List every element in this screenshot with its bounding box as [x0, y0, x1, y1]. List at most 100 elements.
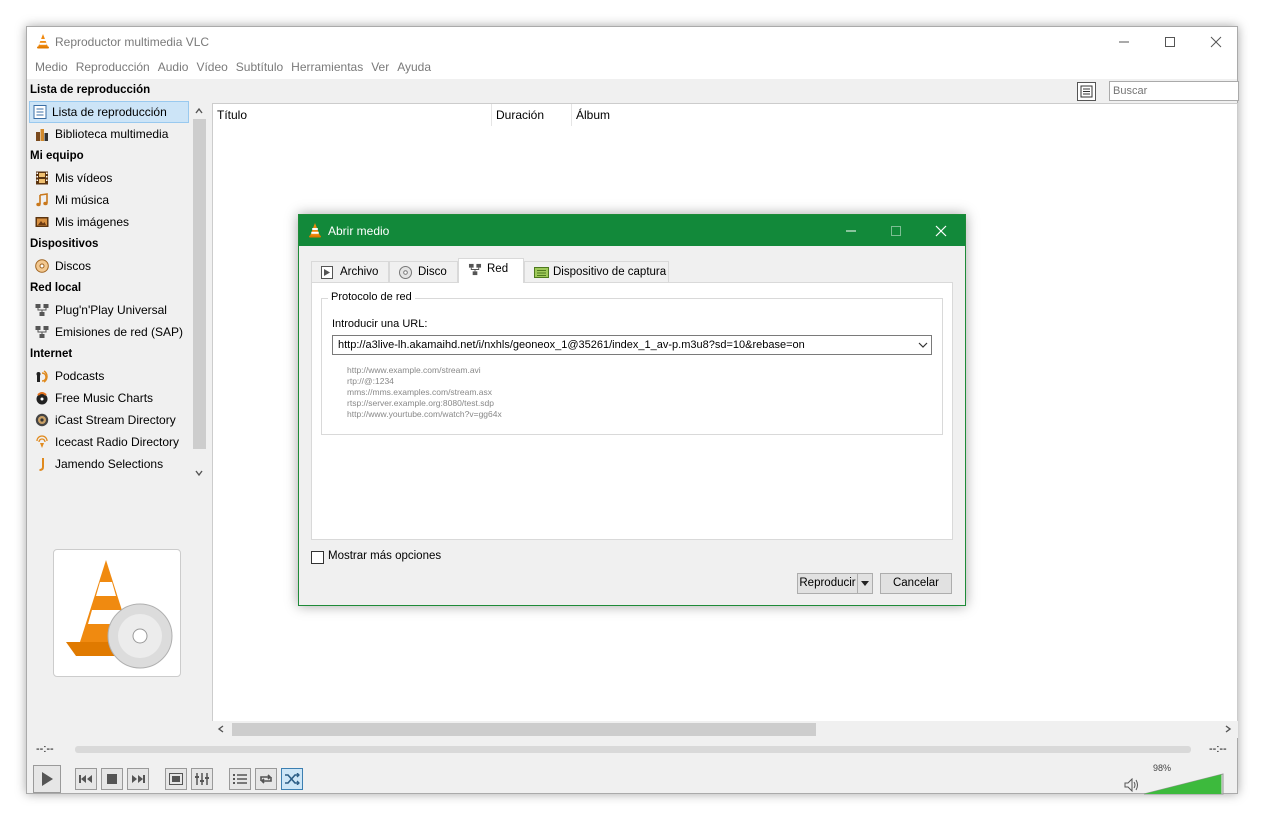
dialog-minimize-button[interactable] [829, 215, 873, 246]
sidebar-item-sap[interactable]: Emisiones de red (SAP) [27, 321, 209, 343]
extended-settings-button[interactable] [191, 768, 213, 790]
sidebar-item-playlist[interactable]: Lista de reproducción [29, 101, 189, 123]
sidebar-item-library[interactable]: Biblioteca multimedia [27, 123, 209, 145]
seek-row: --:-- --:-- [27, 743, 1237, 757]
tab-label: Dispositivo de captura [553, 266, 667, 278]
shuffle-icon [285, 773, 300, 785]
network-tab-panel: Protocolo de red Introducir una URL: htt… [311, 282, 953, 540]
sidebar-item-icast[interactable]: iCast Stream Directory [27, 409, 209, 431]
hscroll-thumb[interactable] [232, 723, 816, 736]
play-button-label: Reproducir [799, 577, 856, 589]
chevron-up-icon[interactable] [193, 105, 205, 117]
sidebar-section-dispositivos: Dispositivos [30, 238, 99, 250]
menu-medio[interactable]: Medio [35, 57, 68, 74]
menu-video[interactable]: Vídeo [196, 57, 227, 74]
loop-button[interactable] [255, 768, 277, 790]
sidebar-item-mis-videos[interactable]: Mis vídeos [27, 167, 209, 189]
tab-label: Archivo [340, 266, 379, 278]
sidebar-item-upnp[interactable]: Plug'n'Play Universal [27, 299, 209, 321]
library-icon [36, 129, 48, 141]
album-art [53, 549, 181, 677]
maximize-button[interactable] [1147, 27, 1193, 57]
url-input[interactable]: http://a3live-lh.akamaihd.net/i/nxhls/ge… [332, 335, 932, 355]
speaker-icon[interactable] [1124, 778, 1140, 792]
open-media-dialog: Abrir medio Archivo Disco Red Dispositiv… [298, 214, 966, 606]
vlc-cone-icon [37, 34, 49, 49]
menu-ver[interactable]: Ver [371, 57, 389, 74]
tab-red[interactable]: Red [458, 258, 524, 283]
stop-button[interactable] [101, 768, 123, 790]
menu-audio[interactable]: Audio [158, 57, 189, 74]
shuffle-button[interactable] [281, 768, 303, 790]
dialog-close-button[interactable] [919, 215, 963, 246]
sidebar-scroll-thumb[interactable] [193, 119, 206, 449]
background-window-edge [280, 6, 680, 26]
fullscreen-icon [169, 773, 183, 785]
cancel-button[interactable]: Cancelar [880, 573, 952, 594]
sidebar-item-label: Plug'n'Play Universal [55, 303, 167, 317]
loop-icon [260, 774, 272, 784]
minimize-button[interactable] [1101, 27, 1147, 57]
fullscreen-button[interactable] [165, 768, 187, 790]
sidebar-item-mi-musica[interactable]: Mi música [27, 189, 209, 211]
next-icon [132, 775, 145, 783]
chevron-down-icon[interactable] [918, 341, 928, 349]
sidebar-item-label: Free Music Charts [55, 391, 154, 405]
column-header-title[interactable]: Título [213, 104, 492, 126]
previous-icon [79, 775, 92, 783]
dialog-title: Abrir medio [328, 224, 390, 238]
group-title: Protocolo de red [328, 291, 415, 303]
close-button[interactable] [1193, 27, 1239, 57]
caret-down-icon [861, 581, 869, 586]
tab-dispositivo-captura[interactable]: Dispositivo de captura [524, 261, 669, 282]
column-header-album[interactable]: Álbum [572, 104, 772, 126]
play-dropdown-button[interactable] [857, 573, 873, 594]
file-icon [321, 266, 333, 279]
window-title: Reproductor multimedia VLC [55, 35, 210, 49]
play-button[interactable] [33, 765, 61, 793]
sidebar-item-label: Mis vídeos [55, 171, 113, 185]
dialog-maximize-button [874, 215, 918, 246]
search-input[interactable] [1109, 81, 1239, 101]
url-example: rtsp://server.example.org:8080/test.sdp [347, 398, 494, 408]
more-options-label[interactable]: Mostrar más opciones [328, 550, 441, 562]
next-button[interactable] [127, 768, 149, 790]
play-button[interactable]: Reproducir [797, 573, 857, 594]
volume-slider[interactable] [1143, 773, 1225, 795]
sidebar-item-discos[interactable]: Discos [27, 255, 209, 277]
seek-slider[interactable] [75, 746, 1191, 753]
menu-bar: Medio Reproducción Audio Vídeo Subtítulo Herr… [27, 57, 1237, 79]
sidebar-item-jamendo[interactable]: Jamendo Selections [27, 453, 209, 475]
sidebar-item-icecast[interactable]: Icecast Radio Directory [27, 431, 209, 453]
menu-ayuda[interactable]: Ayuda [397, 57, 431, 74]
sidebar-item-label: Mi música [55, 193, 110, 207]
chevron-right-icon[interactable] [1222, 723, 1234, 735]
tab-label: Red [487, 263, 509, 275]
tab-archivo[interactable]: Archivo [311, 261, 389, 282]
sidebar-item-label: Emisiones de red (SAP) [55, 325, 184, 339]
playlist-view-button[interactable] [1077, 82, 1096, 101]
menu-reproduccion[interactable]: Reproducción [76, 57, 150, 74]
menu-subtitulo[interactable]: Subtítulo [236, 57, 283, 74]
icast-icon [35, 413, 49, 427]
tab-disco[interactable]: Disco [389, 261, 458, 282]
url-example: mms://mms.examples.com/stream.asx [347, 387, 492, 397]
column-header-duration[interactable]: Duración [492, 104, 572, 126]
list-view-icon [1080, 85, 1093, 98]
sidebar-item-mis-imagenes[interactable]: Mis imágenes [27, 211, 209, 233]
network-icon [468, 263, 482, 276]
music-note-icon [36, 193, 48, 207]
film-icon [36, 171, 48, 185]
play-icon [42, 772, 53, 786]
menu-herramientas[interactable]: Herramientas [291, 57, 363, 74]
sidebar-item-free-music-charts[interactable]: Free Music Charts [27, 387, 209, 409]
maximize-icon [891, 225, 901, 236]
playlist-hscrollbar[interactable] [212, 721, 1238, 738]
sidebar-item-podcasts[interactable]: Podcasts [27, 365, 209, 387]
vlc-cone-icon [309, 223, 321, 238]
toggle-playlist-button[interactable] [229, 768, 251, 790]
chevron-down-icon[interactable] [193, 467, 205, 479]
more-options-checkbox[interactable] [311, 551, 324, 564]
chevron-left-icon[interactable] [215, 723, 227, 735]
previous-button[interactable] [75, 768, 97, 790]
